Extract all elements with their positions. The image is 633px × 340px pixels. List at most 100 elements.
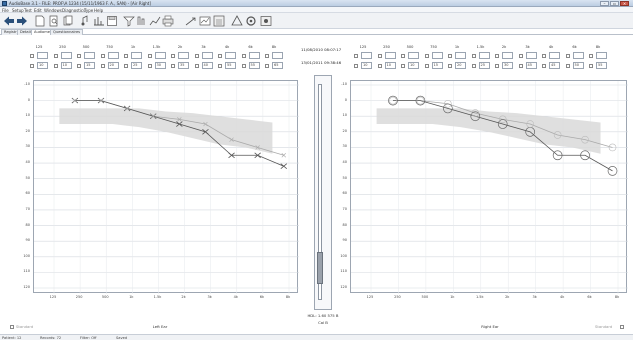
threshold-checkbox[interactable]	[518, 63, 523, 68]
threshold-checkbox[interactable]	[265, 63, 269, 68]
left-ear-audiogram[interactable]	[33, 80, 299, 294]
threshold-field[interactable]: 45	[525, 62, 537, 69]
threshold-field[interactable]	[60, 52, 72, 59]
threshold-checkbox[interactable]	[354, 53, 358, 58]
threshold-checkbox[interactable]	[424, 53, 429, 58]
threshold-field[interactable]	[549, 52, 560, 59]
threshold-checkbox[interactable]	[265, 53, 269, 58]
threshold-checkbox[interactable]	[218, 53, 222, 58]
record-icon[interactable]	[259, 14, 272, 27]
threshold-field[interactable]	[84, 52, 95, 59]
filter-icon[interactable]	[122, 14, 135, 27]
maximize-button[interactable]: ▫	[610, 1, 619, 6]
threshold-field[interactable]	[478, 52, 490, 59]
threshold-field[interactable]: 55	[248, 62, 260, 69]
calculator-icon[interactable]	[212, 14, 225, 27]
threshold-field[interactable]: 55	[596, 62, 607, 69]
threshold-field[interactable]	[431, 52, 443, 59]
search-document-icon[interactable]	[47, 14, 60, 27]
menu-test[interactable]: Test	[24, 8, 32, 13]
threshold-field[interactable]: 40	[201, 62, 213, 69]
threshold-checkbox[interactable]	[100, 53, 105, 58]
threshold-checkbox[interactable]	[194, 53, 199, 58]
threshold-field[interactable]: 30	[154, 62, 166, 69]
threshold-checkbox[interactable]	[565, 53, 570, 58]
threshold-checkbox[interactable]	[471, 63, 476, 68]
threshold-field[interactable]: 10	[60, 62, 72, 69]
threshold-field[interactable]: 35	[178, 62, 189, 69]
threshold-checkbox[interactable]	[448, 53, 452, 58]
threshold-field[interactable]: 30	[502, 62, 513, 69]
threshold-field[interactable]	[178, 52, 189, 59]
threshold-field[interactable]	[408, 52, 419, 59]
threshold-field[interactable]	[154, 52, 166, 59]
threshold-checkbox[interactable]	[53, 53, 58, 58]
settings-icon[interactable]	[244, 14, 257, 27]
threshold-field[interactable]: 55	[225, 62, 236, 69]
threshold-field[interactable]	[502, 52, 513, 59]
tab-questionnaires[interactable]: Questionnaires	[50, 29, 84, 35]
audio-icon[interactable]	[79, 14, 92, 27]
threshold-field[interactable]	[201, 52, 213, 59]
minimize-button[interactable]: –	[600, 1, 609, 6]
threshold-checkbox[interactable]	[542, 63, 546, 68]
right-ear-audiogram[interactable]	[350, 80, 628, 294]
threshold-field[interactable]: 15	[84, 62, 95, 69]
threshold-field[interactable]: 65	[272, 62, 283, 69]
back-arrow-icon[interactable]	[2, 14, 15, 27]
threshold-checkbox[interactable]	[424, 63, 429, 68]
measure-icon[interactable]	[184, 14, 197, 27]
threshold-field[interactable]	[131, 52, 142, 59]
threshold-field[interactable]: 10	[37, 62, 48, 69]
print-icon[interactable]	[161, 14, 174, 27]
threshold-checkbox[interactable]	[53, 63, 58, 68]
chart-icon[interactable]	[92, 14, 105, 27]
threshold-checkbox[interactable]	[495, 63, 499, 68]
threshold-field[interactable]	[525, 52, 537, 59]
threshold-checkbox[interactable]	[77, 63, 81, 68]
menu-file[interactable]: File	[2, 8, 9, 13]
threshold-field[interactable]	[248, 52, 260, 59]
threshold-field[interactable]: 45	[549, 62, 560, 69]
threshold-checkbox[interactable]	[147, 53, 152, 58]
report-icon[interactable]	[198, 14, 211, 27]
menu-windows[interactable]: Windows	[44, 8, 62, 13]
threshold-field[interactable]	[572, 52, 584, 59]
forward-arrow-icon[interactable]	[15, 14, 28, 27]
menu-setup[interactable]: Setup	[12, 8, 24, 13]
threshold-checkbox[interactable]	[147, 63, 152, 68]
threshold-checkbox[interactable]	[354, 63, 358, 68]
threshold-checkbox[interactable]	[495, 53, 499, 58]
threshold-field[interactable]: 50	[572, 62, 584, 69]
threshold-checkbox[interactable]	[377, 63, 382, 68]
threshold-field[interactable]: 25	[478, 62, 490, 69]
threshold-checkbox[interactable]	[518, 53, 523, 58]
threshold-checkbox[interactable]	[171, 63, 175, 68]
threshold-checkbox[interactable]	[194, 63, 199, 68]
menu-type[interactable]: Type	[84, 8, 93, 13]
threshold-checkbox[interactable]	[377, 53, 382, 58]
threshold-checkbox[interactable]	[124, 63, 128, 68]
threshold-checkbox[interactable]	[241, 63, 246, 68]
threshold-field[interactable]	[225, 52, 236, 59]
threshold-checkbox[interactable]	[30, 53, 34, 58]
level-slider-thumb[interactable]	[317, 252, 323, 284]
threshold-checkbox[interactable]	[401, 63, 405, 68]
threshold-checkbox[interactable]	[401, 53, 405, 58]
threshold-field[interactable]	[107, 52, 119, 59]
threshold-field[interactable]	[384, 52, 396, 59]
threshold-checkbox[interactable]	[100, 63, 105, 68]
save-icon[interactable]	[105, 14, 118, 27]
menu-edit[interactable]: Edit	[34, 8, 42, 13]
threshold-checkbox[interactable]	[30, 63, 34, 68]
threshold-field[interactable]: 20	[107, 62, 119, 69]
threshold-checkbox[interactable]	[124, 53, 128, 58]
threshold-checkbox[interactable]	[448, 63, 452, 68]
triangle-icon[interactable]	[230, 14, 243, 27]
new-document-icon[interactable]	[33, 14, 46, 27]
threshold-field[interactable]: 10	[408, 62, 419, 69]
threshold-checkbox[interactable]	[589, 53, 593, 58]
threshold-field[interactable]	[596, 52, 607, 59]
threshold-checkbox[interactable]	[218, 63, 222, 68]
threshold-field[interactable]: 10	[384, 62, 396, 69]
